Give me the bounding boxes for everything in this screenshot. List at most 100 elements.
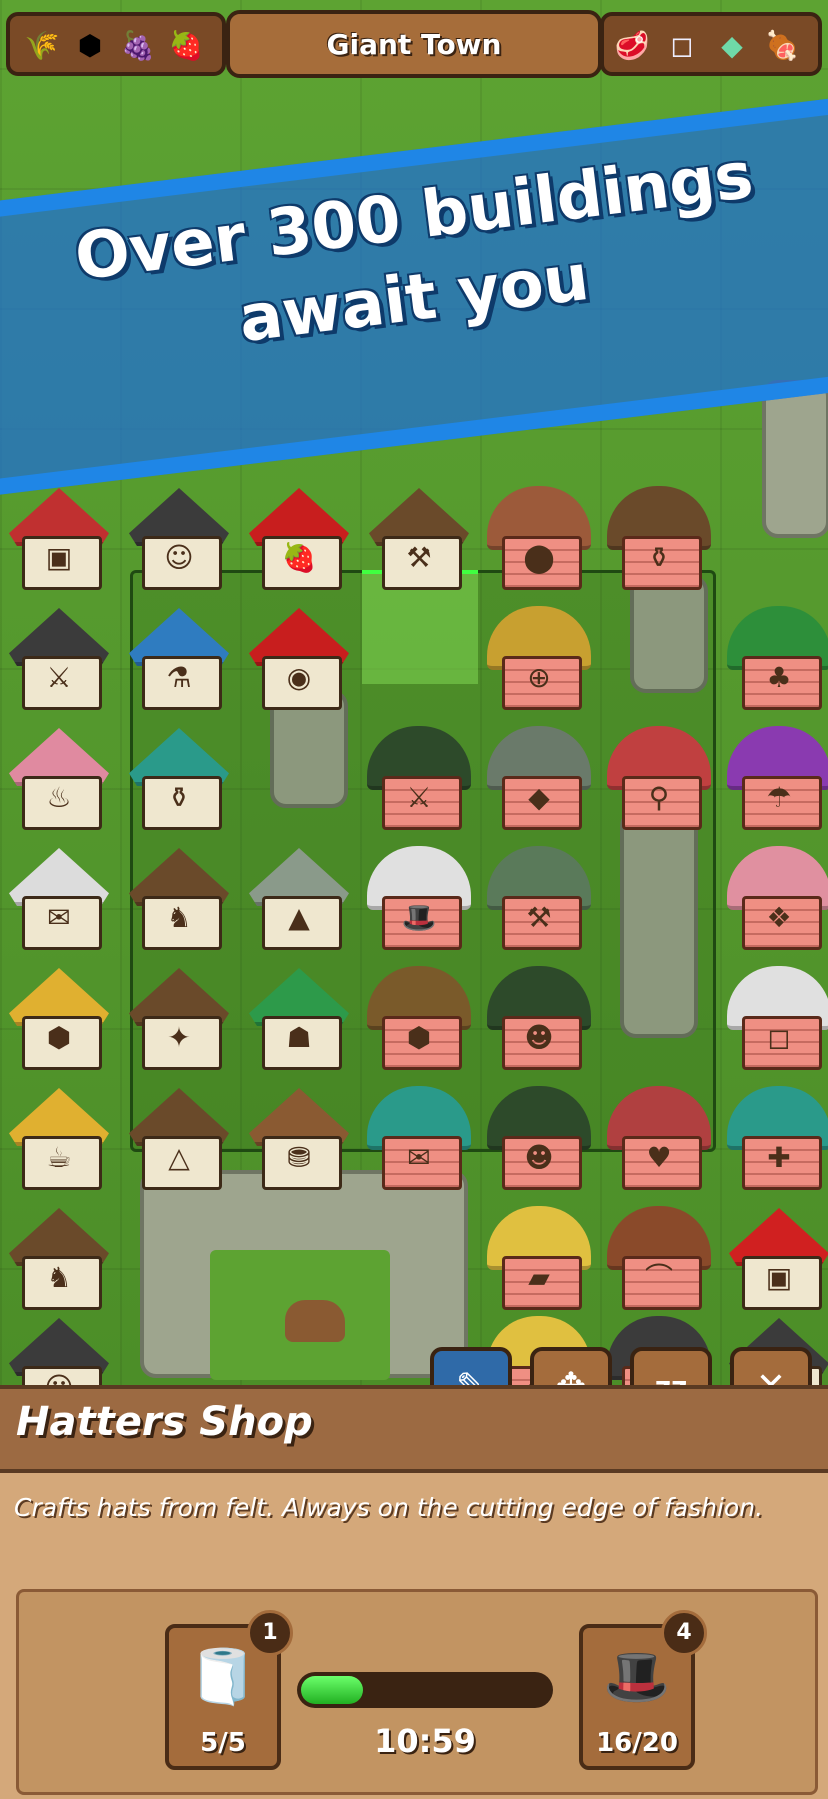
building-tile[interactable]: △ (124, 1080, 234, 1190)
building-emblem-icon: ▲ (288, 901, 310, 934)
building-tile[interactable]: ☕ (4, 1080, 114, 1190)
building-emblem-icon: ⌒ (644, 1261, 673, 1294)
building-emblem-icon: ✚ (767, 1141, 791, 1174)
building-tile[interactable]: ☺ (124, 480, 234, 590)
ham-icon: 🍖 (764, 29, 800, 62)
meat-icon: 🥩 (614, 29, 650, 62)
building-tile[interactable]: ♞ (4, 1200, 114, 1310)
building-emblem-icon: ▣ (765, 1261, 793, 1294)
building-tile[interactable]: ✚ (724, 1080, 828, 1190)
building-tile[interactable]: ♣ (724, 600, 828, 710)
building-tile[interactable]: ▣ (4, 480, 114, 590)
town-title-plate[interactable]: Giant Town (226, 10, 602, 78)
building-tile[interactable]: ⬢ (4, 960, 114, 1070)
building-tile[interactable]: ⛃ (244, 1080, 354, 1190)
building-description: Crafts hats from felt. Always on the cut… (14, 1493, 764, 1522)
building-emblem-icon: 🍓 (281, 541, 317, 574)
building-tile[interactable]: ✉ (4, 840, 114, 950)
building-tile[interactable]: ☂ (724, 720, 828, 830)
rock-path (762, 380, 828, 538)
building-emblem-icon: ⬤ (523, 541, 555, 574)
building-tile[interactable]: ⚲ (604, 720, 714, 830)
building-tile[interactable]: ☻ (484, 960, 594, 1070)
strawberry-icon: 🍓 (168, 29, 204, 62)
output-count: 16/20 (596, 1728, 678, 1758)
building-emblem-icon: ♞ (46, 1261, 72, 1294)
building-emblem-icon: ♨ (46, 781, 72, 814)
building-tile[interactable]: ⊕ (484, 600, 594, 710)
building-emblem-icon: ♥ (646, 1141, 672, 1174)
building-tile[interactable]: ◻ (724, 960, 828, 1070)
building-tile[interactable]: ⌒ (604, 1200, 714, 1310)
building-emblem-icon: ⊕ (527, 661, 551, 694)
output-slot[interactable]: 4 🎩 16/20 (579, 1610, 707, 1770)
building-info-panel: Hatters Shop Crafts hats from felt. Alwa… (0, 1385, 828, 1799)
building-tile[interactable]: ⚱ (604, 480, 714, 590)
building-tile[interactable]: ♨ (4, 720, 114, 830)
production-progress-fill (301, 1676, 363, 1704)
building-emblem-icon: ✉ (47, 901, 71, 934)
building-emblem-icon: ☺ (164, 541, 194, 574)
building-emblem-icon: ⚱ (167, 781, 191, 814)
resource-bar-right[interactable]: 🥩 ◻ ◆ 🍖 (600, 12, 822, 76)
building-emblem-icon: ♣ (766, 661, 792, 694)
building-tile[interactable]: ✉ (364, 1080, 474, 1190)
building-emblem-icon: ▰ (528, 1261, 550, 1294)
building-emblem-icon: ☻ (524, 1021, 554, 1054)
building-emblem-icon: ◻ (767, 1021, 791, 1054)
building-emblem-icon: ☂ (766, 781, 792, 814)
building-emblem-icon: ⚲ (648, 781, 670, 814)
building-tile[interactable]: ☻ (484, 1080, 594, 1190)
grapes-icon: 🍇 (120, 29, 156, 62)
building-name-strip: Hatters Shop (0, 1389, 828, 1473)
building-tile[interactable]: ⚗ (124, 600, 234, 710)
building-tile[interactable]: 🍓 (244, 480, 354, 590)
honeycomb-icon: ⬢ (77, 29, 103, 62)
production-progress-bar (297, 1672, 553, 1708)
building-tile[interactable]: ▰ (484, 1200, 594, 1310)
building-tile[interactable]: ☺ (4, 1310, 114, 1390)
building-emblem-icon: 🎩 (401, 901, 437, 934)
building-tile[interactable]: ⚔ (4, 600, 114, 710)
building-emblem-icon: △ (168, 1141, 190, 1174)
building-emblem-icon: ◉ (286, 661, 312, 694)
building-emblem-icon: ☗ (286, 1021, 312, 1054)
building-tile[interactable]: ⚒ (484, 840, 594, 950)
town-name: Giant Town (326, 27, 502, 61)
resource-bar-left[interactable]: 🌾 ⬢ 🍇 🍓 (6, 12, 226, 76)
sugar-cube-icon: ◻ (670, 29, 694, 62)
wheat-icon: 🌾 (24, 29, 60, 62)
building-emblem-icon: ♞ (166, 901, 192, 934)
building-emblem-icon: ⚗ (166, 661, 192, 694)
building-emblem-icon: ⬢ (406, 1021, 432, 1054)
building-tile[interactable]: ⚔ (364, 720, 474, 830)
building-tile[interactable]: ▣ (724, 1200, 828, 1310)
building-tile[interactable]: ☗ (244, 960, 354, 1070)
building-tile[interactable]: ⬤ (484, 480, 594, 590)
building-tile[interactable]: ♞ (124, 840, 234, 950)
building-emblem-icon: ⚔ (406, 781, 432, 814)
building-tile[interactable]: ▲ (244, 840, 354, 950)
top-hat-icon: 🎩 (603, 1645, 671, 1708)
building-tile[interactable]: ⚱ (124, 720, 234, 830)
building-emblem-icon: ▣ (45, 541, 73, 574)
building-name: Hatters Shop (16, 1399, 313, 1445)
building-emblem-icon: ⛃ (287, 1141, 311, 1174)
building-tile[interactable]: ◆ (484, 720, 594, 830)
building-emblem-icon: ◆ (528, 781, 550, 814)
building-tile[interactable]: ♥ (604, 1080, 714, 1190)
building-tile[interactable]: 🎩 (364, 840, 474, 950)
building-tile[interactable]: ◉ (244, 600, 354, 710)
building-tile[interactable]: ⬢ (364, 960, 474, 1070)
building-tile[interactable]: ✦ (124, 960, 234, 1070)
building-tile[interactable]: ⚒ (364, 480, 474, 590)
input-slot[interactable]: 1 🧻 5/5 (165, 1610, 293, 1770)
building-emblem-icon: ⚱ (647, 541, 671, 574)
input-count: 5/5 (200, 1728, 246, 1758)
building-tile[interactable]: ❖ (724, 840, 828, 950)
production-area: 1 🧻 5/5 10:59 4 🎩 16/20 (16, 1589, 818, 1795)
felt-roll-icon: 🧻 (189, 1645, 257, 1708)
building-emblem-icon: ⚒ (406, 541, 432, 574)
pony (285, 1300, 345, 1342)
building-emblem-icon: ⚔ (46, 661, 72, 694)
